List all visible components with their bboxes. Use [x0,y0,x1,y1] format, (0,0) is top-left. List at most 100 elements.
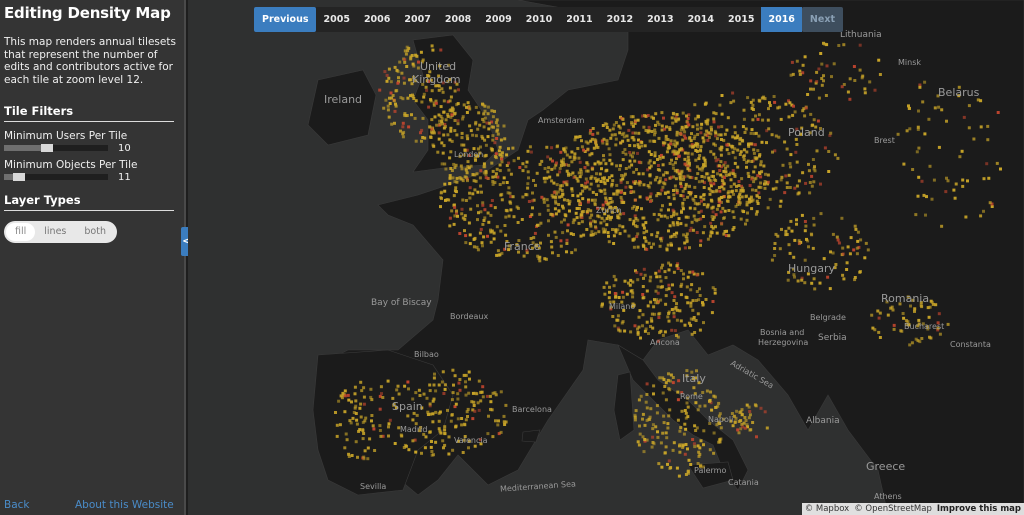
year-button-2005[interactable]: 2005 [316,7,356,32]
density-cell [694,158,698,162]
density-cell [482,125,486,129]
density-cell [778,105,782,109]
density-cell [757,134,761,138]
density-cell [683,452,687,456]
density-cell [574,211,578,215]
density-cell [797,191,801,195]
density-cell [841,273,845,277]
year-button-2012[interactable]: 2012 [600,7,640,32]
year-button-2013[interactable]: 2013 [640,7,680,32]
density-cell [476,204,479,208]
density-cell [484,143,488,147]
min-users-slider[interactable] [4,144,108,152]
density-cell [509,208,513,212]
density-cell [824,94,828,97]
density-cell [785,181,789,185]
density-cell [400,71,404,75]
density-cell [474,105,478,109]
year-button-2010[interactable]: 2010 [519,7,559,32]
density-cell [464,380,467,384]
next-button[interactable]: Next [801,7,843,32]
density-cell [675,318,679,322]
density-cell [660,188,664,192]
min-objects-slider[interactable] [4,173,108,181]
density-cell [779,178,783,182]
density-cell [668,224,672,228]
year-button-2016[interactable]: 2016 [761,7,802,32]
density-cell [731,424,735,428]
density-cell [461,198,465,202]
density-cell [712,451,716,455]
density-cell [731,169,735,173]
density-cell [695,231,699,234]
year-button-2007[interactable]: 2007 [397,7,437,32]
density-cell [449,95,453,99]
label-romania: Romania [881,292,930,305]
density-cell [685,114,688,118]
layer-option-fill[interactable]: fill [6,223,36,241]
density-cell [689,304,693,308]
density-cell [699,126,703,130]
density-cell [472,400,476,404]
label-bosnia-1: Bosnia and [760,328,805,337]
density-cell [708,398,712,402]
map[interactable]: Lithuania United Kingdom Ireland Belarus… [188,0,1024,515]
density-cell [952,188,956,192]
density-cell [659,298,663,302]
density-cell [812,277,816,281]
density-cell [849,236,853,240]
attribution-osm[interactable]: © OpenStreetMap [854,503,932,515]
density-cell [439,105,443,109]
density-cell [747,142,751,146]
density-cell [610,133,614,137]
density-cell [590,233,594,237]
year-button-2009[interactable]: 2009 [478,7,518,32]
layer-option-both[interactable]: both [75,223,115,241]
density-cell [811,158,815,161]
density-cell [711,210,715,214]
density-cell [696,312,700,316]
improve-map-link[interactable]: Improve this map [937,503,1021,515]
density-cell [672,311,676,315]
layer-option-lines[interactable]: lines [35,223,75,241]
density-cell [689,317,693,321]
density-cell [836,238,840,242]
density-cell [618,131,622,135]
density-cell [712,182,716,186]
density-cell [723,209,727,213]
density-cell [343,394,347,398]
density-cell [642,226,646,230]
year-button-2011[interactable]: 2011 [559,7,599,32]
density-cell [795,218,798,222]
min-objects-slider-handle[interactable] [12,173,25,181]
density-cell [797,242,801,246]
density-cell [800,278,804,282]
density-cell [356,455,359,459]
year-button-2008[interactable]: 2008 [438,7,478,32]
density-cell [768,104,772,107]
density-cell [604,169,608,173]
density-cell [714,134,717,138]
density-cell [709,221,713,225]
density-cell [486,211,490,215]
density-cell [439,431,443,435]
about-link[interactable]: About this Website [75,499,174,511]
density-cell [460,417,464,420]
density-cell [618,224,622,228]
previous-button[interactable]: Previous [254,7,317,32]
back-link[interactable]: Back [4,499,30,511]
density-cell [937,312,941,316]
density-cell [627,165,631,169]
attribution-mapbox[interactable]: © Mapbox [805,503,850,515]
min-users-slider-handle[interactable] [40,144,53,152]
density-cell [681,189,685,193]
density-cell [622,122,626,126]
density-cell [450,209,454,213]
year-button-2014[interactable]: 2014 [681,7,721,32]
year-button-2006[interactable]: 2006 [357,7,397,32]
density-cell [669,139,673,143]
density-cell [653,312,657,316]
density-cell [638,195,642,199]
density-cell [343,446,347,450]
year-button-2015[interactable]: 2015 [721,7,761,32]
